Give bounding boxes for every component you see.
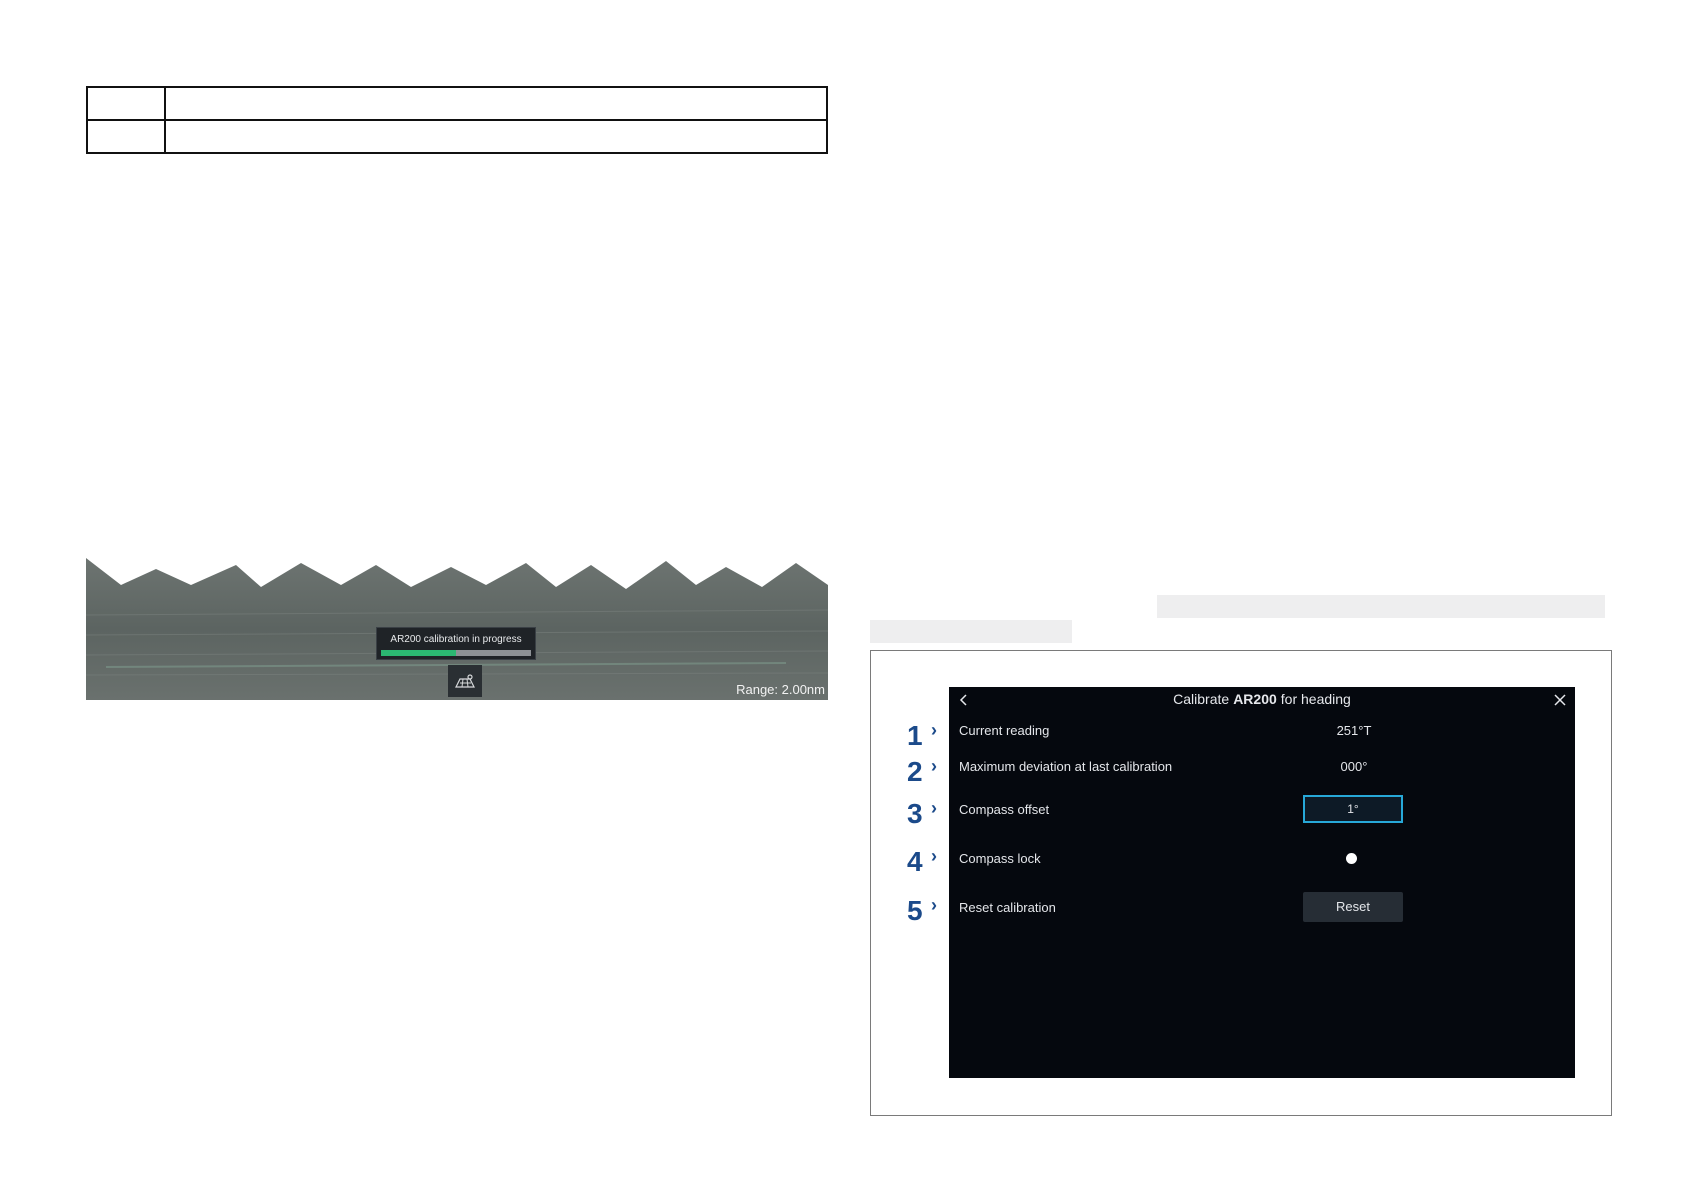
current-reading-value: 251°T — [1336, 723, 1372, 738]
callout-number: 3 — [907, 798, 923, 829]
close-icon[interactable] — [1553, 693, 1567, 707]
table-cell — [164, 119, 828, 154]
title-device: AR200 — [1233, 691, 1277, 707]
reset-button[interactable]: Reset — [1303, 892, 1403, 922]
calibrate-heading-dialog: Calibrate AR200 for heading Current readin… — [949, 687, 1575, 1078]
calibration-progress-bar — [381, 650, 531, 656]
callout-number: 5 — [907, 895, 923, 926]
callout-chevron-icon: › — [931, 895, 937, 915]
redacted-text-bar — [1157, 595, 1605, 618]
calibration-progress-banner: AR200 calibration in progress — [376, 627, 536, 660]
callout-5: 5 › — [907, 895, 947, 926]
callout-chevron-icon: › — [931, 720, 937, 740]
callout-number: 1 — [907, 720, 923, 751]
callout-3: 3 › — [907, 798, 947, 829]
callout-1: 1 › — [907, 720, 947, 751]
calibration-progress-text: AR200 calibration in progress — [390, 634, 522, 645]
callout-4: 4 › — [907, 846, 947, 877]
callout-number: 4 — [907, 846, 923, 877]
figure-frame: 1 › 2 › 3 › 4 › 5 › Calibrate AR200 for heading… — [870, 650, 1612, 1116]
redacted-text-bar — [870, 620, 1072, 643]
compass-lock-toggle[interactable] — [1346, 853, 1357, 864]
current-reading-label: Current reading — [959, 723, 1050, 738]
callout-chevron-icon: › — [931, 846, 937, 866]
compass-offset-label: Compass offset — [959, 802, 1050, 817]
compass-lock-label: Compass lock — [959, 851, 1041, 866]
callout-chevron-icon: › — [931, 756, 937, 776]
title-suffix: for heading — [1280, 691, 1351, 707]
sea-camera-panel: AR200 calibration in progress Range: 2.0… — [86, 555, 828, 700]
max-deviation-label: Maximum deviation at last calibration — [959, 759, 1173, 774]
reference-table — [86, 86, 828, 154]
table-cell — [86, 119, 166, 154]
table-cell — [86, 86, 166, 121]
radar-button[interactable] — [448, 665, 482, 697]
callout-chevron-icon: › — [931, 798, 937, 818]
calibration-progress-fill — [381, 650, 456, 656]
dialog-title: Calibrate AR200 for heading — [949, 691, 1575, 707]
callout-2: 2 › — [907, 756, 947, 787]
reset-calibration-label: Reset calibration — [959, 900, 1056, 915]
callout-number: 2 — [907, 756, 923, 787]
compass-offset-input[interactable]: 1° — [1303, 795, 1403, 823]
range-label: Range: 2.00nm — [736, 682, 825, 697]
table-cell — [164, 86, 828, 121]
title-prefix: Calibrate — [1173, 691, 1230, 707]
max-deviation-value: 000° — [1340, 759, 1368, 774]
radar-scan-icon — [455, 674, 475, 688]
